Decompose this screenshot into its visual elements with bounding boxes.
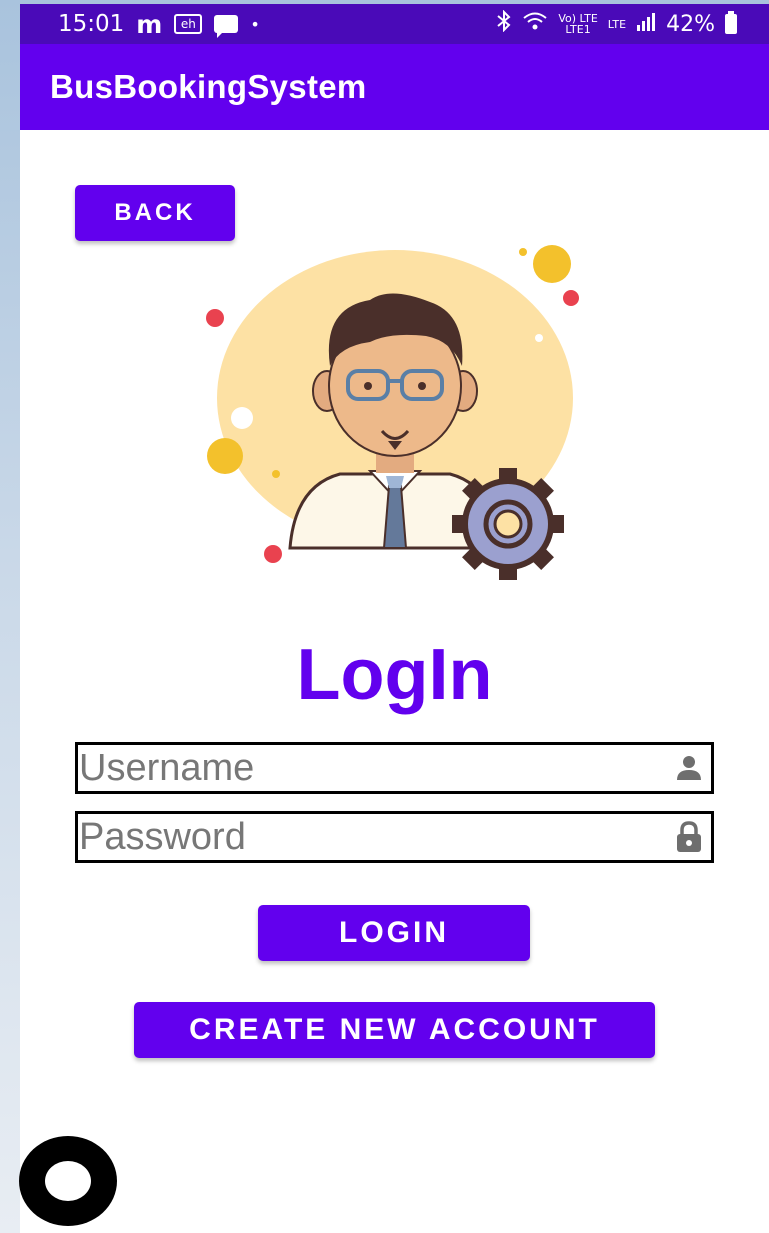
- lock-icon: [671, 819, 707, 855]
- lte-indicator: LTE: [607, 17, 627, 31]
- battery-icon: [725, 11, 737, 34]
- status-bar: 15:01 m eh • Vo) LTE LTE1 LTE 42%: [20, 4, 769, 44]
- login-button[interactable]: Login: [258, 905, 530, 961]
- m-app-icon: m: [136, 9, 163, 39]
- bluetooth-icon: [496, 9, 512, 38]
- phone-screen: 15:01 m eh • Vo) LTE LTE1 LTE 42% BusBoo…: [20, 4, 769, 1233]
- battery-percent: 42%: [666, 11, 715, 37]
- wifi-icon: [522, 11, 548, 37]
- username-field[interactable]: [75, 742, 714, 794]
- back-button[interactable]: Back: [75, 185, 235, 241]
- person-icon: [671, 750, 707, 786]
- password-input[interactable]: [78, 814, 671, 860]
- password-field[interactable]: [75, 811, 714, 863]
- eh-app-icon: eh: [174, 14, 203, 34]
- status-time: 15:01: [58, 11, 125, 37]
- user-avatar-illustration: [206, 245, 579, 580]
- assistive-touch-inner: [45, 1161, 91, 1201]
- create-account-button[interactable]: Create new account: [134, 1002, 655, 1058]
- app-bar: BusBookingSystem: [20, 44, 769, 130]
- more-notifications-dot: •: [250, 14, 260, 34]
- message-icon: [214, 15, 239, 38]
- login-heading: LogIn: [296, 635, 493, 715]
- volte-indicator: Vo) LTE LTE1: [558, 12, 598, 36]
- signal-icon: [636, 12, 656, 37]
- app-title: BusBookingSystem: [50, 68, 367, 105]
- assistive-touch-button[interactable]: [19, 1136, 117, 1226]
- username-input[interactable]: [78, 745, 671, 791]
